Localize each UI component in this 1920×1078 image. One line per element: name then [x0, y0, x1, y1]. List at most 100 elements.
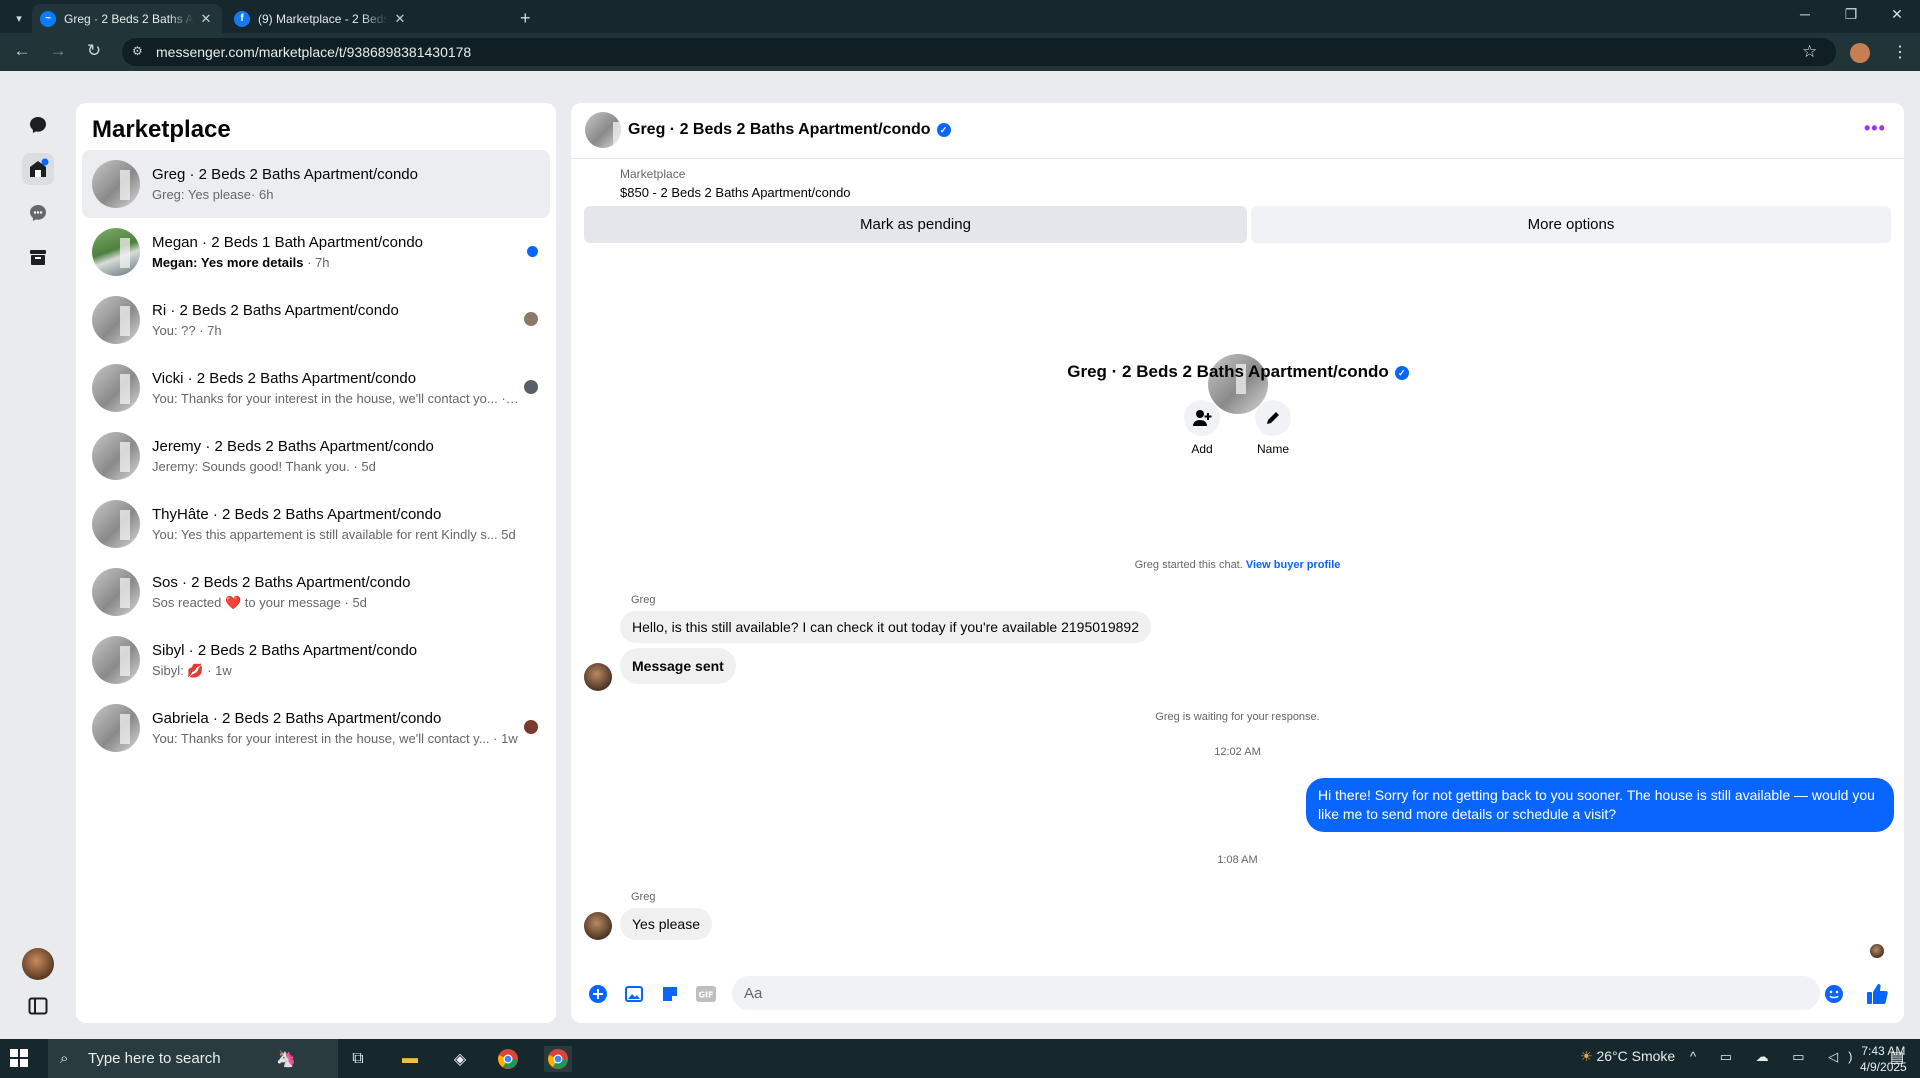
listing-avatar — [92, 500, 140, 548]
listing-avatar — [92, 364, 140, 412]
conversation-item-sibyl[interactable]: Sibyl · 2 Beds 2 Baths Apartment/condo S… — [82, 626, 550, 694]
app-icon[interactable]: ◈ — [446, 1046, 474, 1072]
weather-widget[interactable]: ☀ 26°C Smoke — [1580, 1048, 1675, 1065]
toggle-sidebar-icon[interactable] — [22, 990, 54, 1022]
conversation-preview: Megan: Yes more details — [152, 255, 304, 270]
chat-header-title[interactable]: Greg · 2 Beds 2 Baths Apartment/condo ✓ — [628, 121, 951, 139]
requests-icon[interactable] — [22, 197, 54, 229]
thumbs-up-icon[interactable] — [1866, 983, 1888, 1005]
conversation-item-greg[interactable]: Greg · 2 Beds 2 Baths Apartment/condo Gr… — [82, 150, 550, 218]
conversation-title: Sibyl · 2 Beds 2 Baths Apartment/condo — [152, 641, 418, 659]
windows-start-icon[interactable] — [10, 1049, 28, 1070]
conversation-item-vicki[interactable]: Vicki · 2 Beds 2 Baths Apartment/condo Y… — [82, 354, 550, 422]
conversation-title: ThyHâte · 2 Beds 2 Baths Apartment/condo — [152, 506, 442, 523]
conversation-item-ri[interactable]: Ri · 2 Beds 2 Baths Apartment/condo You:… — [82, 286, 550, 354]
conversation-time: · 5d — [340, 594, 367, 610]
search-icon: ⌕ — [60, 1050, 69, 1067]
close-window-icon[interactable]: ✕ — [1882, 6, 1912, 23]
facebook-icon: f — [234, 10, 250, 27]
sticker-icon[interactable] — [659, 983, 681, 1005]
sender-avatar — [584, 663, 612, 691]
site-info-icon[interactable]: ⚙ — [132, 44, 143, 58]
tab-title: Greg · 2 Beds 2 Baths Apartment/condo — [64, 11, 194, 26]
timestamp: 12:02 AM — [1214, 746, 1261, 758]
more-options-icon[interactable]: ••• — [1864, 118, 1886, 139]
marketplace-icon[interactable] — [22, 153, 54, 185]
read-receipt-avatar — [1870, 944, 1884, 958]
conversation-title: Megan · 2 Beds 1 Bath Apartment/condo — [152, 234, 424, 251]
sender-name: Greg — [631, 594, 656, 606]
notification-icon[interactable]: ▤ — [1890, 1048, 1904, 1066]
conversation-time: · 7h — [303, 255, 330, 270]
listing-avatar — [92, 296, 140, 344]
back-icon[interactable]: ← — [10, 41, 34, 61]
conversation-title: Jeremy · 2 Beds 2 Baths Apartment/condo — [152, 438, 434, 455]
image-icon[interactable] — [623, 983, 645, 1005]
message-input[interactable]: Aa — [732, 976, 1820, 1010]
conversation-item-thyhate[interactable]: ThyHâte · 2 Beds 2 Baths Apartment/condo… — [82, 490, 550, 558]
listing-price-title[interactable]: $850 - 2 Beds 2 Baths Apartment/condo — [620, 185, 851, 200]
conversation-preview: You: Thanks for your interest in the hou… — [152, 391, 498, 406]
conversation-item-sos[interactable]: Sos · 2 Beds 2 Baths Apartment/condo Sos… — [82, 558, 550, 626]
message-incoming[interactable]: Message sent — [620, 648, 736, 684]
chats-icon[interactable] — [22, 109, 54, 141]
conversation-preview: You: Thanks for your interest in the hou… — [152, 731, 490, 746]
file-explorer-icon[interactable]: ▬ — [396, 1046, 424, 1072]
close-tab-icon[interactable]: ✕ — [392, 11, 408, 27]
listing-avatar — [92, 704, 140, 752]
timestamp: 1:08 AM — [1217, 854, 1258, 866]
message-incoming[interactable]: Yes please — [620, 908, 712, 940]
restore-icon[interactable]: ❐ — [1836, 6, 1866, 23]
profile-title-text: Greg · 2 Beds 2 Baths Apartment/condo — [1067, 362, 1389, 381]
tab-search-icon[interactable]: ▾ — [8, 8, 30, 30]
system-tray-icons[interactable]: ^ ▭ ☁ ▭ ◁) — [1690, 1049, 1862, 1065]
conversation-title: Ri · 2 Beds 2 Baths Apartment/condo — [152, 302, 399, 319]
browser-menu-icon[interactable]: ⋮ — [1892, 42, 1908, 62]
message-outgoing[interactable]: Hi there! Sorry for not getting back to … — [1306, 778, 1894, 832]
emoji-icon[interactable] — [1823, 983, 1845, 1005]
user-avatar[interactable] — [22, 948, 54, 980]
url-input[interactable]: messenger.com/marketplace/t/938689838143… — [122, 38, 1836, 66]
edit-name-button[interactable]: Name — [1243, 400, 1303, 456]
weather-icon: ☀ — [1580, 1048, 1597, 1064]
conversation-item-megan[interactable]: Megan · 2 Beds 1 Bath Apartment/condo Me… — [82, 218, 550, 286]
tab-marketplace[interactable]: f (9) Marketplace - 2 Beds 2 Baths ✕ — [226, 4, 416, 33]
bookmark-star-icon[interactable]: ☆ — [1802, 42, 1817, 62]
conversation-time: · 5d — [349, 459, 376, 474]
archive-icon[interactable] — [22, 241, 54, 273]
forward-icon[interactable]: → — [46, 41, 70, 61]
seen-avatar — [524, 380, 538, 394]
more-options-button[interactable]: More options — [1251, 206, 1891, 243]
gif-icon[interactable]: GIF — [695, 983, 717, 1005]
minimize-icon[interactable]: ─ — [1790, 6, 1820, 22]
new-tab-icon[interactable]: + — [520, 8, 531, 28]
chrome-icon[interactable] — [494, 1046, 522, 1072]
chrome-active-icon[interactable] — [544, 1046, 572, 1072]
mark-as-pending-button[interactable]: Mark as pending — [584, 206, 1247, 243]
conversation-time: 5d — [497, 527, 516, 542]
reload-icon[interactable]: ↻ — [82, 41, 106, 61]
conversation-time: · 1w — [489, 731, 518, 746]
profile-title: Greg · 2 Beds 2 Baths Apartment/condo ✓ — [1000, 362, 1476, 382]
profile-avatar[interactable] — [1850, 43, 1870, 63]
message-incoming[interactable]: Hello, is this still available? I can ch… — [620, 611, 1151, 643]
conversation-title: Gabriela · 2 Beds 2 Baths Apartment/cond… — [152, 710, 442, 727]
conversation-item-jeremy[interactable]: Jeremy · 2 Beds 2 Baths Apartment/condo … — [82, 422, 550, 490]
chat-header-avatar[interactable] — [585, 112, 621, 148]
unread-dot — [527, 246, 538, 257]
started-text: Greg started this chat. — [1134, 559, 1243, 571]
listing-label: Marketplace — [620, 167, 686, 181]
task-view-icon[interactable]: ⧉ — [344, 1046, 372, 1072]
verified-badge-icon: ✓ — [1394, 366, 1409, 380]
close-tab-icon[interactable]: ✕ — [198, 11, 214, 27]
view-buyer-profile-link[interactable]: View buyer profile — [1246, 559, 1341, 571]
weather-text: 26°C Smoke — [1596, 1048, 1676, 1064]
list-title: Marketplace — [92, 116, 231, 143]
tab-greg[interactable]: ~ Greg · 2 Beds 2 Baths Apartment/condo … — [32, 4, 222, 33]
conversation-time: · 7h — [195, 323, 222, 338]
conversation-preview: Sibyl: 💋 — [152, 662, 204, 678]
plus-circle-icon[interactable] — [587, 983, 609, 1005]
conversation-item-gabriela[interactable]: Gabriela · 2 Beds 2 Baths Apartment/cond… — [82, 694, 550, 762]
conversation-preview: Greg: Yes please — [152, 187, 252, 202]
add-contact-button[interactable]: Add — [1172, 400, 1232, 456]
